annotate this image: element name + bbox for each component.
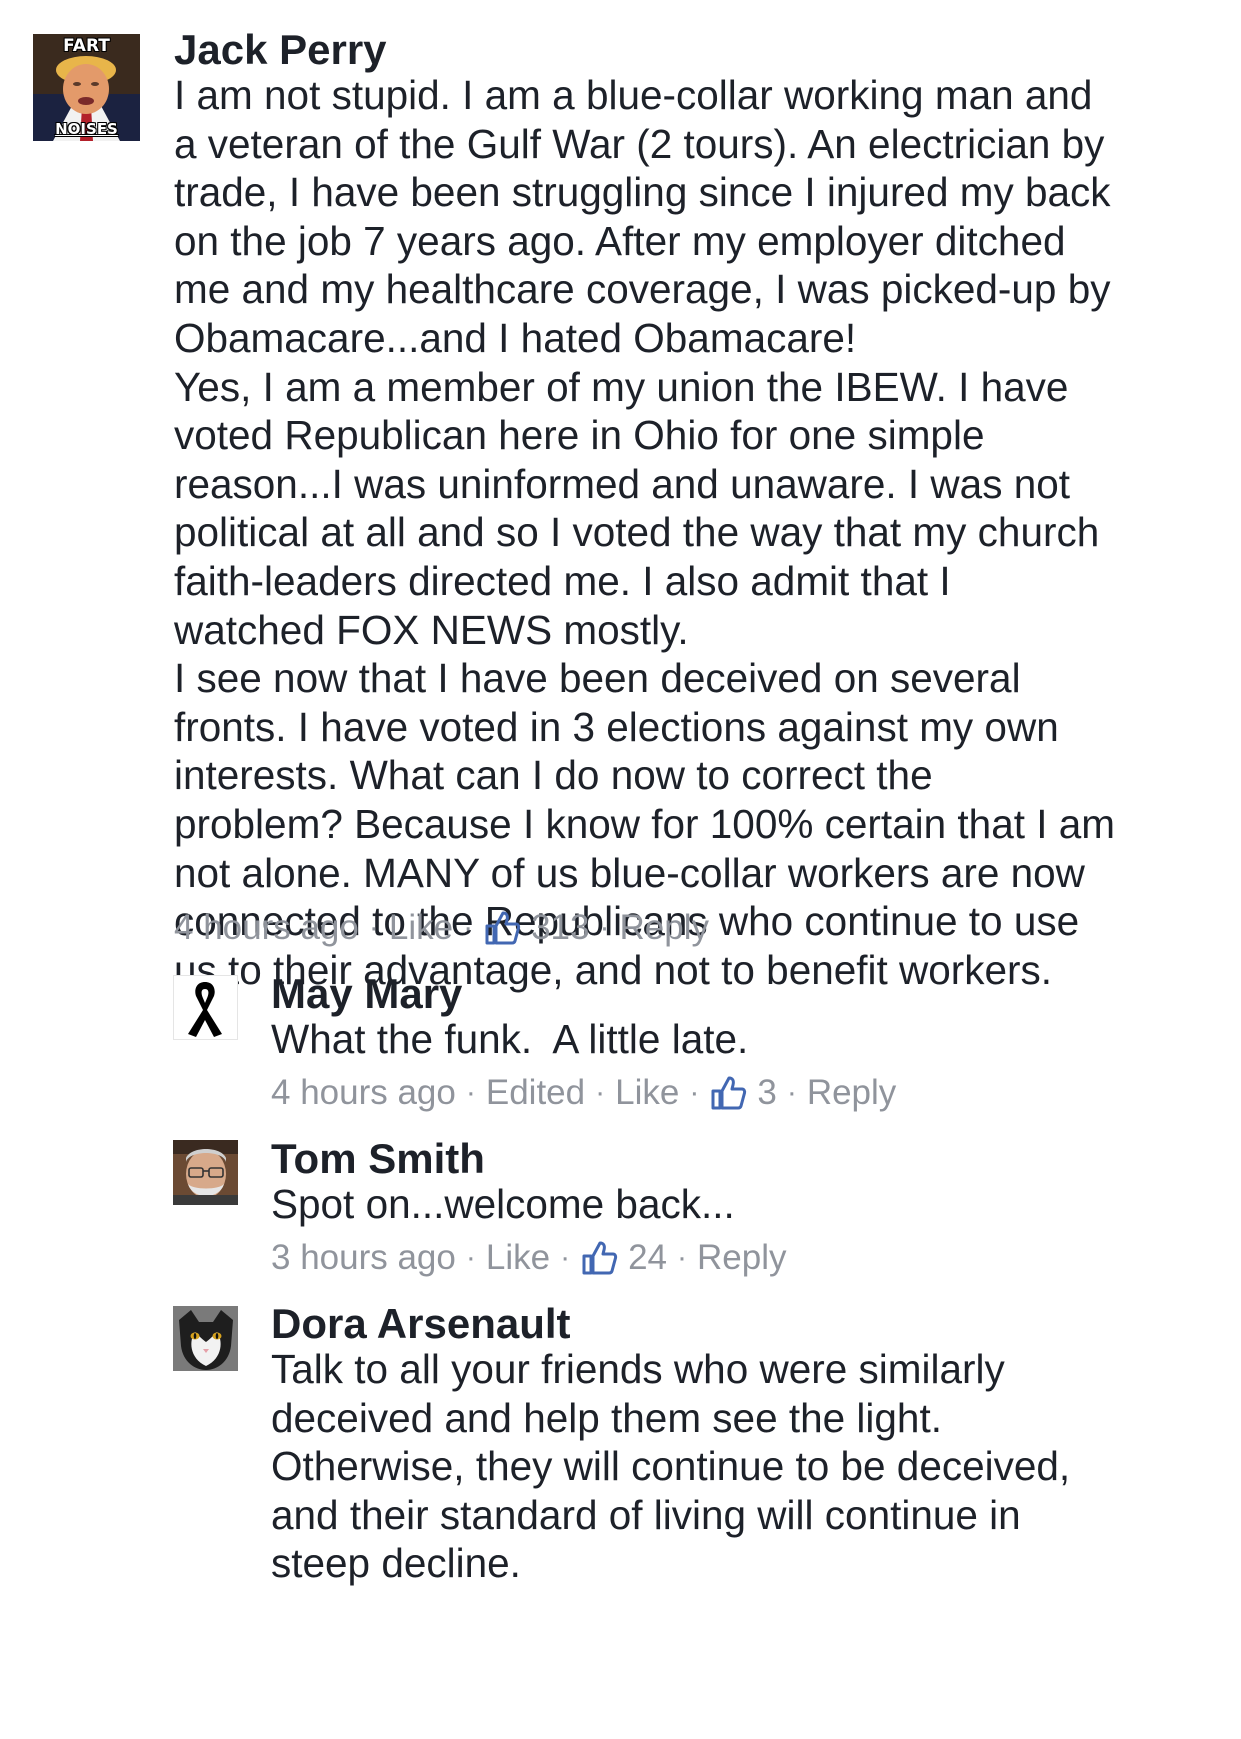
comment-line: political at all and so I voted the way … [174,509,1100,556]
separator-dot: · [677,1241,688,1274]
comment-line: reason...I was uninformed and unaware. I… [174,460,1071,507]
thumbs-up-icon[interactable] [483,909,521,947]
comment-timestamp[interactable]: 3 hours ago [271,1236,456,1280]
reply-link[interactable]: Reply [620,906,709,950]
like-count: 3 [757,1073,777,1112]
comment-line: and their standard of living will contin… [271,1491,1021,1538]
comment-line: Yes, I am a member of my union the IBEW.… [174,363,1069,410]
separator-dot: · [463,911,474,944]
comment-line: fronts. I have voted in 3 elections agai… [174,703,1059,750]
comment-line: Otherwise, they will continue to be dece… [271,1443,1071,1490]
comment-line: What the funk. A little late. [271,1016,749,1062]
avatar-may-mary[interactable] [173,975,238,1040]
comment-line: me and my healthcare coverage, I was pic… [174,266,1111,313]
avatar-tom-smith[interactable] [173,1140,238,1205]
separator-dot: · [465,1241,476,1274]
like-link[interactable]: Like [486,1236,550,1280]
like-link[interactable]: Like [615,1071,679,1115]
comment-meta: 4 hours ago · Like · 313 · Reply [174,906,709,950]
comment-author-name[interactable]: Jack Perry [174,26,387,74]
comment-meta: 3 hours ago · Like · 24 · Reply [271,1236,787,1280]
separator-dot: · [595,1076,606,1109]
separator-dot: · [599,911,610,944]
like-count: 24 [628,1238,668,1277]
separator-dot: · [786,1076,797,1109]
comment-line: a veteran of the Gulf War (2 tours). An … [174,120,1105,167]
comment-line: interests. What can I do now to correct … [174,752,933,799]
comment-line: voted Republican here in Ohio for one si… [174,412,985,459]
man-with-glasses-avatar-icon [173,1140,238,1205]
comment-line: on the job 7 years ago. After my employe… [174,217,1066,264]
avatar-dora-arsenault[interactable] [173,1306,238,1371]
comment-line: Talk to all your friends who were simila… [271,1346,1005,1392]
black-ribbon-icon [174,976,237,1039]
avatar-caption-top: FART [63,36,110,56]
edited-label[interactable]: Edited [486,1071,585,1115]
separator-dot: · [689,1076,700,1109]
comment-line: trade, I have been struggling since I in… [174,169,1111,216]
cat-avatar-icon [173,1306,238,1371]
reply-link[interactable]: Reply [697,1236,786,1280]
comment-line: I see now that I have been deceived on s… [174,655,1021,702]
comment-timestamp[interactable]: 4 hours ago [271,1071,456,1115]
comment-body: What the funk. A little late. [271,1015,748,1064]
comment-body: Spot on...welcome back... [271,1180,735,1229]
separator-dot: · [465,1076,476,1109]
comment-author-name[interactable]: Dora Arsenault [271,1300,571,1348]
comment-line: steep decline. [271,1540,521,1587]
comment-line: Obamacare...and I hated Obamacare! [174,314,857,361]
comment-line: faith-leaders directed me. I also admit … [174,557,951,604]
like-link[interactable]: Like [389,906,453,950]
comment-line: deceived and help them see the light. [271,1394,942,1441]
comment-timestamp[interactable]: 4 hours ago [174,906,359,950]
comment-line: not alone. MANY of us blue-collar worker… [174,849,1085,896]
comment-author-name[interactable]: May Mary [271,970,462,1018]
thumbs-up-icon[interactable] [709,1074,747,1112]
comment-line: Spot on...welcome back... [271,1181,735,1227]
avatar-caption-bottom: NOISES [55,120,118,138]
comment-line: watched FOX NEWS mostly. [174,606,689,653]
separator-dot: · [560,1241,571,1274]
reply-link[interactable]: Reply [807,1071,896,1115]
comment-body: I am not stupid. I am a blue-collar work… [174,71,1115,994]
like-count: 313 [531,908,590,947]
avatar-jack-perry[interactable]: FART NOISES [33,34,140,141]
comment-line: I am not stupid. I am a blue-collar work… [174,72,1093,118]
comment-body: Talk to all your friends who were simila… [271,1345,1070,1588]
comment-meta: 4 hours ago · Edited · Like · 3 · Reply [271,1071,896,1115]
comment-line: problem? Because I know for 100% certain… [174,800,1115,847]
separator-dot: · [368,911,379,944]
thumbs-up-icon[interactable] [580,1239,618,1277]
comment-author-name[interactable]: Tom Smith [271,1135,485,1183]
